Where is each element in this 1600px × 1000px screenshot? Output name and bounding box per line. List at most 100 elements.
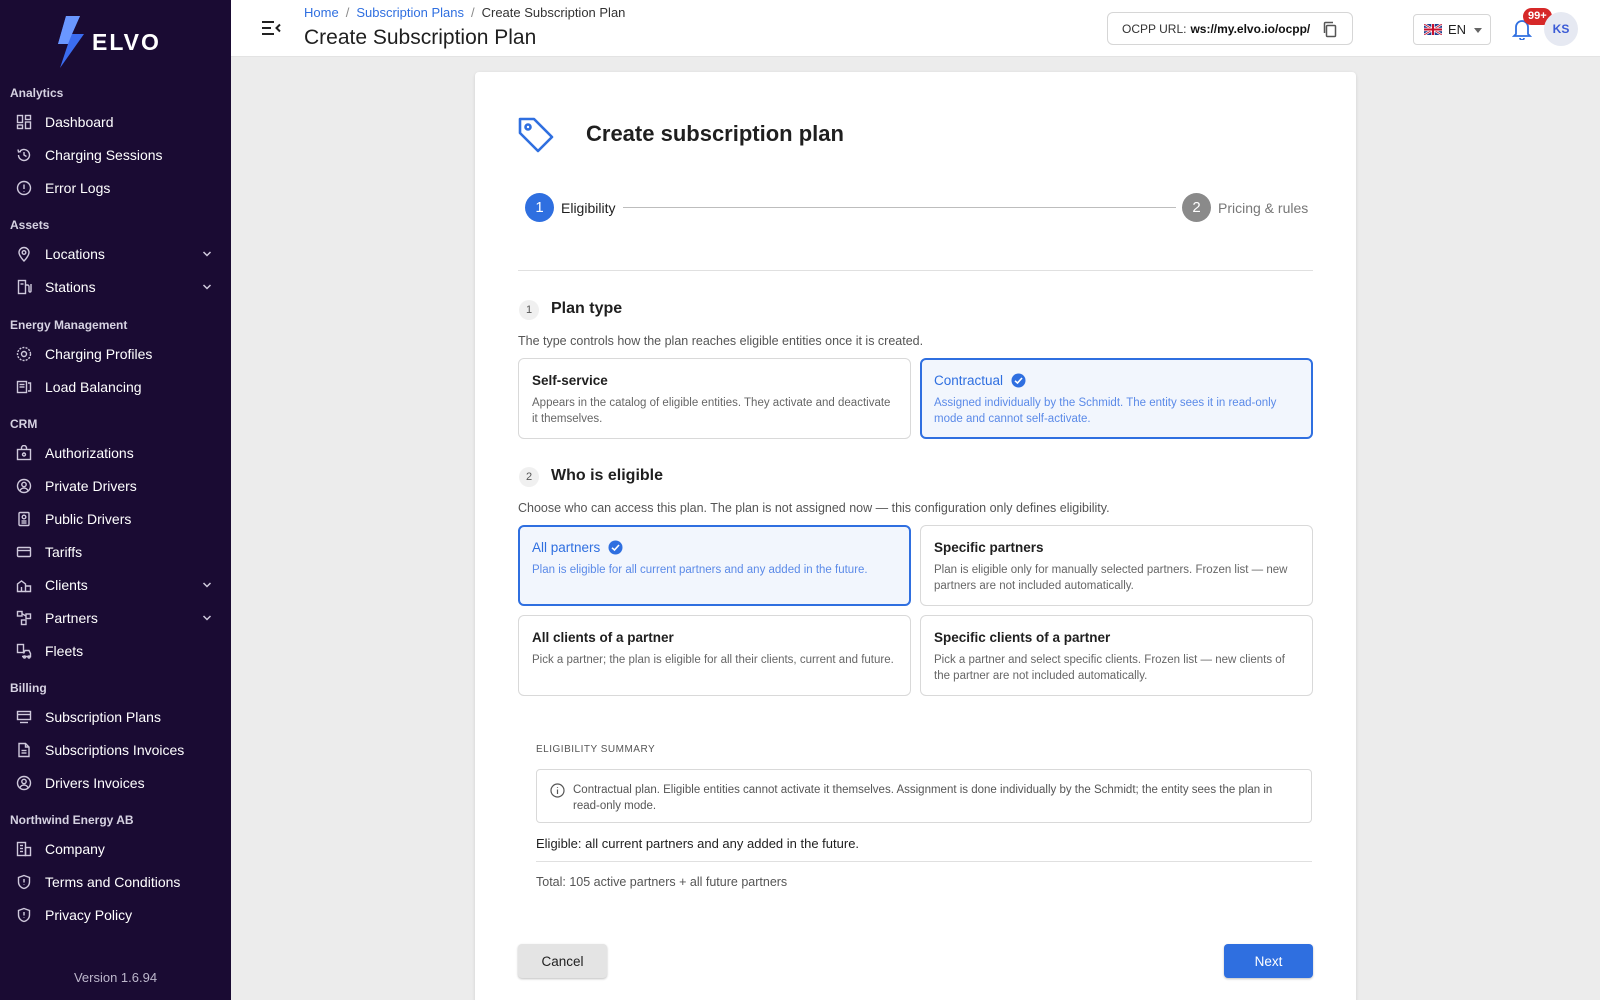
dashboard-icon [16, 114, 32, 130]
card-icon [16, 546, 32, 558]
chevron-down-icon [202, 251, 212, 257]
sidebar-item-label: Public Drivers [45, 511, 132, 527]
load-balancing-icon [16, 380, 32, 394]
nav-section-company: Northwind Energy AB [10, 813, 134, 827]
nav-section-billing: Billing [10, 681, 47, 695]
step-pricing-rules[interactable]: 2 Pricing & rules [1182, 193, 1308, 222]
app-version: Version 1.6.94 [73, 970, 158, 985]
user-circle-icon [16, 478, 32, 494]
alert-icon [16, 180, 32, 196]
option-description: Pick a partner and select specific clien… [934, 654, 1285, 682]
nav-section-analytics: Analytics [10, 86, 64, 100]
sidebar-item-label: Locations [45, 246, 105, 262]
breadcrumb-home[interactable]: Home [304, 5, 339, 20]
plan-type-title: Plan type [551, 300, 623, 317]
copy-icon[interactable] [1322, 21, 1338, 38]
sidebar-item-charging-profiles[interactable]: Charging Profiles [0, 339, 231, 369]
eligibility-total: Total: 105 active partners + all future … [536, 875, 788, 889]
option-description: Plan is eligible only for manually selec… [934, 564, 1288, 592]
check-circle-icon [1011, 373, 1026, 388]
option-contractual[interactable]: Contractual Assigned individually by the… [920, 358, 1313, 439]
subscription-icon [16, 710, 32, 724]
sidebar-item-label: Private Drivers [45, 478, 137, 494]
step-label: Eligibility [561, 199, 616, 216]
profile-gauge-icon [16, 346, 32, 362]
nav-section-crm: CRM [10, 417, 38, 431]
option-title-row: All partners [532, 540, 897, 555]
authorization-icon [16, 445, 32, 461]
sidebar-item-authorizations[interactable]: Authorizations [0, 438, 231, 468]
step-eligibility[interactable]: 1 Eligibility [525, 193, 615, 222]
option-title-row: Contractual [934, 373, 1299, 388]
fleet-icon [16, 643, 32, 659]
option-self-service[interactable]: Self-service Appears in the catalog of e… [518, 358, 911, 439]
ocpp-url-value: ws://my.elvo.io/ocpp/ [1190, 21, 1311, 36]
brand-logo[interactable]: ELVO [56, 16, 161, 68]
sidebar-item-tariffs[interactable]: Tariffs [0, 537, 231, 567]
lightning-logo-icon [58, 16, 84, 68]
language-selector[interactable]: EN [1413, 14, 1491, 45]
partners-icon [16, 610, 32, 626]
sidebar-item-terms[interactable]: Terms and Conditions [0, 867, 231, 897]
option-all-partners[interactable]: All partners Plan is eligible for all cu… [518, 525, 911, 606]
sidebar-item-stations[interactable]: Stations [0, 272, 231, 302]
section-divider [518, 270, 1313, 271]
eligibility-summary-box: Contractual plan. Eligible entities cann… [536, 769, 1312, 823]
section-number: 2 [519, 467, 539, 487]
sidebar-item-privacy[interactable]: Privacy Policy [0, 900, 231, 930]
history-icon [17, 148, 31, 162]
breadcrumb-subscription-plans[interactable]: Subscription Plans [356, 5, 464, 20]
option-title: Specific partners [934, 540, 1044, 555]
user-avatar[interactable]: KS [1544, 12, 1578, 46]
sidebar-item-subscriptions-invoices[interactable]: Subscriptions Invoices [0, 735, 231, 765]
step-number: 1 [525, 193, 554, 222]
sidebar-item-private-drivers[interactable]: Private Drivers [0, 471, 231, 501]
sidebar-item-label: Charging Sessions [45, 147, 163, 163]
sidebar-item-subscription-plans[interactable]: Subscription Plans [0, 702, 231, 732]
create-plan-card: Create subscription plan 1 Eligibility 2… [475, 72, 1356, 1000]
option-title: All clients of a partner [532, 630, 674, 645]
option-specific-clients-of-partner[interactable]: Specific clients of a partner Pick a par… [920, 615, 1313, 696]
nav-section-assets: Assets [10, 218, 50, 232]
driver-card-icon [18, 511, 30, 527]
section-number: 1 [519, 300, 539, 320]
sidebar-item-load-balancing[interactable]: Load Balancing [0, 372, 231, 402]
sidebar-item-dashboard[interactable]: Dashboard [0, 107, 231, 137]
cancel-button[interactable]: Cancel [518, 944, 607, 978]
sidebar-item-label: Clients [45, 577, 88, 593]
step-label: Pricing & rules [1218, 199, 1309, 216]
sidebar-item-label: Privacy Policy [45, 907, 133, 923]
sidebar-item-fleets[interactable]: Fleets [0, 636, 231, 666]
option-all-clients-of-partner[interactable]: All clients of a partner Pick a partner;… [518, 615, 911, 696]
eligibility-summary-label: ELIGIBILITY SUMMARY [536, 744, 656, 755]
who-eligible-description: Choose who can access this plan. The pla… [518, 501, 1110, 515]
sidebar-item-company[interactable]: Company [0, 834, 231, 864]
sidebar-item-charging-sessions[interactable]: Charging Sessions [0, 140, 231, 170]
sidebar-item-drivers-invoices[interactable]: Drivers Invoices [0, 768, 231, 798]
language-code: EN [1448, 22, 1467, 37]
ocpp-url-box: OCPP URL: ws://my.elvo.io/ocpp/ [1107, 12, 1353, 45]
sidebar-item-clients[interactable]: Clients [0, 570, 231, 600]
sidebar-item-locations[interactable]: Locations [0, 239, 231, 269]
sidebar-item-partners[interactable]: Partners [0, 603, 231, 633]
sidebar-item-label: Subscription Plans [45, 709, 161, 725]
ocpp-url-label: OCPP URL: [1122, 21, 1187, 36]
option-specific-partners[interactable]: Specific partners Plan is eligible only … [920, 525, 1313, 606]
sidebar-item-label: Drivers Invoices [45, 775, 145, 791]
menu-collapse-icon[interactable] [261, 20, 281, 36]
chevron-down-icon [202, 615, 212, 621]
option-description: Pick a partner; the plan is eligible for… [532, 654, 894, 666]
sidebar-item-label: Fleets [45, 643, 84, 659]
step-number: 2 [1182, 193, 1211, 222]
next-button[interactable]: Next [1224, 944, 1313, 978]
brand-name: ELVO [92, 28, 161, 55]
option-title: Self-service [532, 373, 608, 388]
sidebar-item-label: Terms and Conditions [45, 874, 181, 890]
sidebar-item-error-logs[interactable]: Error Logs [0, 173, 231, 203]
info-icon [550, 783, 565, 798]
check-circle-icon [608, 540, 623, 555]
sidebar-item-label: Stations [45, 279, 96, 295]
eligibility-statement: Eligible: all current partners and any a… [536, 836, 860, 851]
sidebar-item-public-drivers[interactable]: Public Drivers [0, 504, 231, 534]
price-tag-icon [518, 117, 554, 153]
